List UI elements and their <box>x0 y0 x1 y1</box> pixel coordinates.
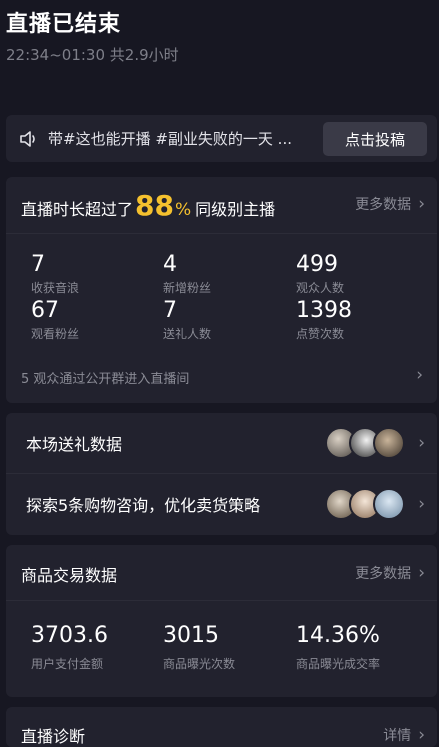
insights-card: 本场送礼数据 › 探索5条购物咨询，优化卖货策略 › <box>6 413 437 535</box>
headline-prefix: 直播时长超过了 <box>21 200 134 219</box>
metric-value: 67 <box>31 298 59 323</box>
headline-percent-sign: % <box>174 200 192 220</box>
goods-transaction-card: 商品交易数据 更多数据 › 3703.6 用户支付金额 3015 商品曝光次数 … <box>6 545 437 697</box>
gift-avatars <box>325 427 405 459</box>
metric-label: 商品曝光次数 <box>163 657 236 671</box>
metric-label: 点赞次数 <box>296 327 345 341</box>
chevron-right-icon: › <box>418 725 425 745</box>
metric-label: 商品曝光成交率 <box>296 657 381 671</box>
chevron-right-icon: › <box>418 563 425 583</box>
metric-viewers: 499 观众人数 <box>296 252 344 296</box>
chevron-right-icon: › <box>418 494 425 514</box>
metric-likes: 1398 点赞次数 <box>296 298 352 342</box>
avatar <box>373 427 405 459</box>
divider <box>6 233 437 234</box>
metric-value: 7 <box>163 298 177 323</box>
chevron-right-icon: › <box>418 433 425 453</box>
promo-bar: 带#这也能开播 #副业失败的一天 ... 点击投稿 <box>6 115 437 162</box>
metric-value: 3703.6 <box>31 623 108 648</box>
more-data-link[interactable]: 更多数据 › <box>355 194 425 214</box>
live-duration-subtitle: 22:34~01:30 共2.9小时 <box>6 46 179 64</box>
shopping-inquiry-row[interactable]: 探索5条购物咨询，优化卖货策略 › <box>6 474 437 534</box>
metric-label: 观看粉丝 <box>31 327 80 341</box>
goods-metric-payment: 3703.6 用户支付金额 <box>31 623 108 672</box>
gift-data-row[interactable]: 本场送礼数据 › <box>6 413 437 473</box>
goods-metric-conversion: 14.36% 商品曝光成交率 <box>296 623 380 672</box>
metric-label: 送礼人数 <box>163 327 212 341</box>
metric-value: 3015 <box>163 623 219 648</box>
live-diagnosis-card: 直播诊断 详情 › <box>6 707 437 747</box>
divider <box>6 600 437 601</box>
goods-metric-exposures: 3015 商品曝光次数 <box>163 623 235 672</box>
metric-value: 7 <box>31 252 45 277</box>
metric-new-fans: 4 新增粉丝 <box>163 252 211 296</box>
avatar <box>373 488 405 520</box>
headline-suffix: 同级别主播 <box>195 200 276 219</box>
shopping-inquiry-label: 探索5条购物咨询，优化卖货策略 <box>26 496 261 515</box>
metric-label: 用户支付金额 <box>31 657 104 671</box>
submit-post-button[interactable]: 点击投稿 <box>323 122 427 156</box>
goods-title: 商品交易数据 <box>21 566 118 585</box>
metric-sound-waves: 7 收获音浪 <box>31 252 79 296</box>
live-stats-card: 直播时长超过了 88 % 同级别主播 更多数据 › 7 收获音浪 4 新增粉丝 … <box>6 177 437 403</box>
header: 直播已结束 22:34~01:30 共2.9小时 <box>6 6 179 65</box>
metric-value: 499 <box>296 252 338 277</box>
group-entry-note[interactable]: 5 观众通过公开群进入直播间 <box>21 368 189 387</box>
speaker-icon <box>20 130 35 147</box>
metric-value: 1398 <box>296 298 352 323</box>
metric-label: 新增粉丝 <box>163 281 212 295</box>
page-title: 直播已结束 <box>6 12 122 37</box>
metric-label: 收获音浪 <box>31 281 80 295</box>
metric-value: 14.36% <box>296 623 380 648</box>
shopping-avatars <box>325 488 405 520</box>
headline-percent: 88 <box>135 189 174 222</box>
stats-headline: 直播时长超过了 88 % 同级别主播 <box>21 189 275 222</box>
metric-watching-fans: 67 观看粉丝 <box>31 298 79 342</box>
gift-data-label: 本场送礼数据 <box>26 435 123 454</box>
details-label: 详情 <box>383 728 412 744</box>
chevron-right-icon: › <box>418 194 425 214</box>
more-data-label: 更多数据 <box>355 197 412 213</box>
diagnosis-details-link[interactable]: 详情 › <box>383 725 425 745</box>
diagnosis-title: 直播诊断 <box>21 727 86 746</box>
chevron-right-icon[interactable]: › <box>416 365 423 385</box>
goods-more-data-link[interactable]: 更多数据 › <box>355 563 425 583</box>
metric-value: 4 <box>163 252 177 277</box>
metric-label: 观众人数 <box>296 281 345 295</box>
more-data-label: 更多数据 <box>355 566 412 582</box>
metric-gift-senders: 7 送礼人数 <box>163 298 211 342</box>
promo-text: 带#这也能开播 #副业失败的一天 ... <box>48 130 292 148</box>
